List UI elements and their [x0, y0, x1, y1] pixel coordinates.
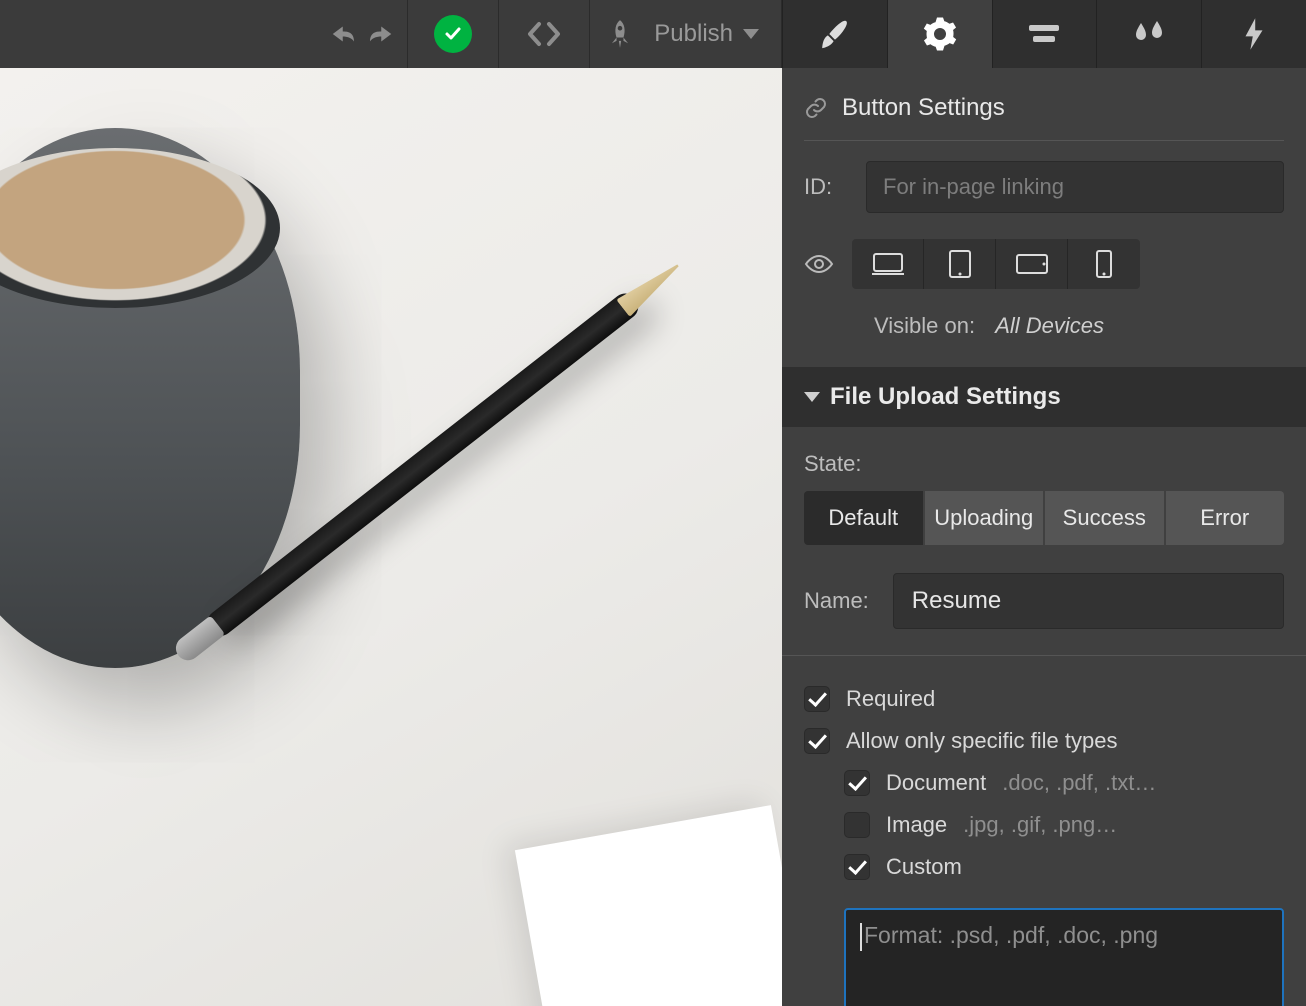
device-tablet-landscape[interactable] [996, 239, 1068, 289]
top-toolbar: Publish [0, 0, 1306, 68]
checkbox-icon [804, 728, 830, 754]
file-upload-heading-label: File Upload Settings [830, 383, 1061, 411]
required-label: Required [846, 686, 935, 712]
bolt-icon [1242, 17, 1266, 51]
canvas-preview[interactable] [0, 68, 782, 1006]
checkbox-icon [844, 854, 870, 880]
tab-layout[interactable] [992, 0, 1097, 68]
button-settings-title: Button Settings [842, 94, 1005, 122]
gear-icon [922, 16, 958, 52]
custom-formats-placeholder: Format: .psd, .pdf, .doc, .png [864, 922, 1158, 948]
visible-on-label: Visible on: [874, 313, 975, 338]
state-label: State: [804, 451, 861, 476]
filetype-document-checkbox[interactable]: Document .doc, .pdf, .txt… [844, 762, 1284, 804]
state-uploading[interactable]: Uploading [925, 491, 1044, 545]
code-icon [526, 20, 562, 48]
undo-redo-group [317, 0, 407, 68]
rocket-icon [606, 19, 634, 49]
filetype-document-hint: .doc, .pdf, .txt… [1002, 770, 1156, 796]
undo-icon[interactable] [329, 21, 359, 47]
state-success[interactable]: Success [1045, 491, 1164, 545]
id-label: ID: [804, 174, 848, 200]
filetype-custom-checkbox[interactable]: Custom [844, 846, 1284, 888]
check-circle-icon [434, 15, 472, 53]
checkbox-icon [844, 770, 870, 796]
allow-only-label: Allow only specific file types [846, 728, 1117, 754]
redo-icon[interactable] [365, 21, 395, 47]
state-default[interactable]: Default [804, 491, 923, 545]
state-segmented-control: Default Uploading Success Error [804, 491, 1284, 545]
filetype-document-label: Document [886, 770, 986, 796]
filetype-image-hint: .jpg, .gif, .png… [963, 812, 1117, 838]
chevron-down-icon [743, 29, 759, 39]
required-checkbox[interactable]: Required [804, 678, 1284, 720]
device-mobile[interactable] [1068, 239, 1140, 289]
device-desktop[interactable] [852, 239, 924, 289]
device-visibility-group [852, 239, 1140, 289]
filetype-image-label: Image [886, 812, 947, 838]
device-tablet[interactable] [924, 239, 996, 289]
panel-tabs [782, 0, 1306, 68]
tab-style[interactable] [782, 0, 887, 68]
checkbox-icon [844, 812, 870, 838]
layout-icon [1027, 20, 1061, 48]
id-input[interactable] [866, 161, 1284, 213]
main-area: Button Settings ID: Visible on: [0, 68, 1306, 1006]
custom-formats-input[interactable]: Format: .psd, .pdf, .doc, .png [844, 908, 1284, 1006]
visibility-icon [804, 253, 834, 275]
status-check-button[interactable] [408, 0, 498, 68]
button-settings-header: Button Settings [804, 68, 1284, 141]
checkbox-icon [804, 686, 830, 712]
tab-settings[interactable] [887, 0, 992, 68]
state-error[interactable]: Error [1166, 491, 1285, 545]
collapse-triangle-icon [804, 392, 820, 402]
rocket-button[interactable] [590, 0, 650, 68]
code-button[interactable] [499, 0, 589, 68]
name-input[interactable] [893, 573, 1284, 629]
tab-interactions[interactable] [1201, 0, 1306, 68]
settings-panel: Button Settings ID: Visible on: [782, 68, 1306, 1006]
publish-dropdown[interactable]: Publish [650, 0, 781, 68]
file-upload-settings-heading[interactable]: File Upload Settings [782, 367, 1306, 427]
publish-label: Publish [654, 20, 733, 48]
tab-effects[interactable] [1096, 0, 1201, 68]
filetype-image-checkbox[interactable]: Image .jpg, .gif, .png… [844, 804, 1284, 846]
toolbar-left: Publish [0, 0, 782, 68]
name-label: Name: [804, 588, 869, 614]
text-caret [860, 923, 862, 951]
visible-on-value: All Devices [995, 313, 1104, 338]
brush-icon [818, 17, 852, 51]
allow-only-checkbox[interactable]: Allow only specific file types [804, 720, 1284, 762]
link-icon [804, 96, 828, 120]
droplets-icon [1132, 19, 1166, 49]
filetype-custom-label: Custom [886, 854, 962, 880]
